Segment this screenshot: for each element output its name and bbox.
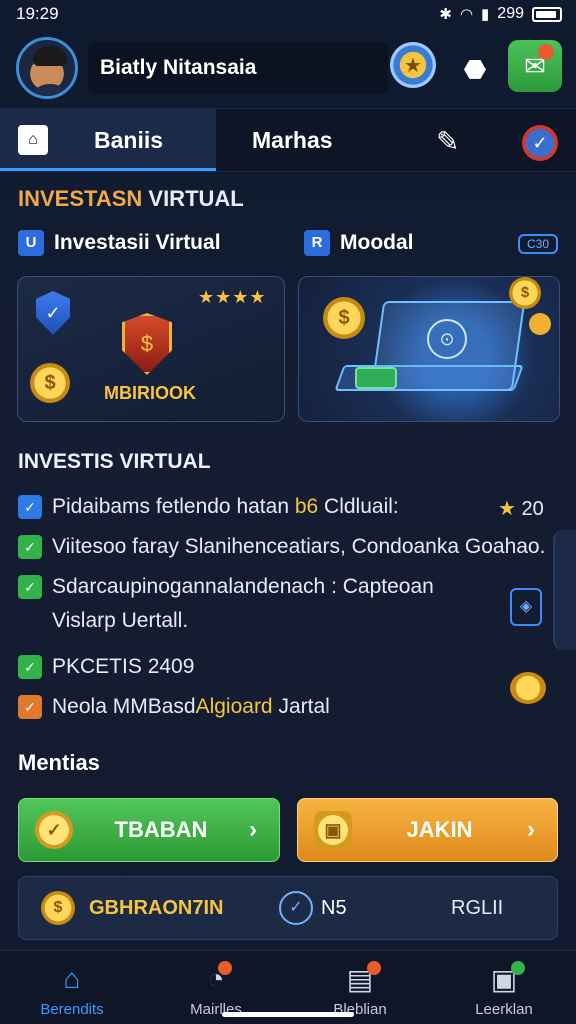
subheader-right-label: Moodal xyxy=(340,231,414,254)
profile-header: Biatly Nitansaia ★ ⬣ ✉ xyxy=(0,30,576,106)
clock-icon: ✓ xyxy=(279,891,313,925)
home-icon: ⌂ xyxy=(63,963,81,994)
avatar[interactable] xyxy=(16,37,78,99)
location-pin-icon[interactable]: ⬣ xyxy=(458,52,492,86)
chevron-right-icon: › xyxy=(249,816,257,843)
rating-value: 20 xyxy=(521,498,544,520)
home-tab-icon: ⌂ xyxy=(18,125,48,155)
lock-icon: ⊙ xyxy=(427,319,467,359)
shield-emblem-icon: $ xyxy=(122,313,172,375)
section-title-rest: VIRTUAL xyxy=(142,186,244,211)
notification-badge xyxy=(367,961,382,975)
star-icon: ★ xyxy=(498,498,516,520)
coin-icon xyxy=(510,672,546,704)
section-title-mentias: Mentias xyxy=(18,750,100,775)
top-tabs: ⌂ Baniis Marhas ✎ ✓ xyxy=(0,108,576,172)
feature-text: Viitesoo faray Slanihenceatiars, Condoan… xyxy=(52,535,546,558)
checkbox-icon: ✓ xyxy=(18,575,42,599)
tbaban-button[interactable]: ✓ TBABAN › xyxy=(18,798,280,862)
bluetooth-icon: ✱ xyxy=(439,6,452,23)
status-bar: 19:29 ✱ ◠ ▮ 299 xyxy=(0,0,576,28)
stat-right-label: RGLII xyxy=(451,896,504,919)
stat-count-label: N5 xyxy=(321,896,347,919)
wifi-icon: ◠ xyxy=(459,6,474,23)
tab-baniis[interactable]: ⌂ Baniis xyxy=(0,109,216,171)
battery-text: 299 xyxy=(497,5,524,22)
checkbox-icon: ✓ xyxy=(18,495,42,519)
section-title-investasn: INVESTASN VIRTUAL xyxy=(18,186,244,212)
shield-icon[interactable]: ◈ xyxy=(510,588,542,626)
feature-item: ✓ Neola MMBasdAlgioard Jartal xyxy=(18,690,330,724)
feature-item: ✓ Sdarcaupinogannalandenach : Capteoan V… xyxy=(18,570,488,638)
subheader-left-label: Investasii Virtual xyxy=(54,231,221,254)
nav-label: Berendits xyxy=(40,1001,104,1018)
coin-icon: $ xyxy=(509,277,541,309)
coin-icon: $ xyxy=(41,891,75,925)
feature-item: ✓ Viitesoo faray Slanihenceatiars, Condo… xyxy=(18,530,545,564)
stats-bar[interactable]: $ GBHRAON7IN ✓ N5 RGLII xyxy=(18,876,558,940)
coin-icon: $ xyxy=(323,297,365,339)
nav-item-leerklan[interactable]: ▣ Leerklan xyxy=(432,951,576,1024)
tab-label: Baniis xyxy=(94,127,164,153)
card-left-label: MBIRIOOK xyxy=(104,383,196,403)
shield-check-icon: ✓ xyxy=(36,291,70,335)
feature-text: PKCETIS 2409 xyxy=(52,655,195,678)
feature-item: ✓ Pidaibams fetlendo hatan b6 Cldluail: xyxy=(18,490,399,524)
checkbox-icon: ✓ xyxy=(18,655,42,679)
coin-icon xyxy=(529,313,551,335)
tab-marhas[interactable]: Marhas xyxy=(252,127,333,154)
chevron-right-icon: › xyxy=(527,816,535,843)
coin-icon: $ xyxy=(30,363,70,403)
cash-icon xyxy=(355,367,397,389)
profile-name[interactable]: Biatly Nitansaia xyxy=(88,42,388,94)
feature-text: Sdarcaupinogannalandenach : Capteoan Vis… xyxy=(52,575,434,632)
inbox-button[interactable]: ✉ xyxy=(508,40,562,92)
status-icons: ✱ ◠ ▮ 299 xyxy=(439,5,562,23)
investment-card-left[interactable]: ✓ ★★★★ $ $ MBIRIOOK xyxy=(17,276,285,422)
rating-stars: ★★★★ xyxy=(198,287,267,307)
nav-item-berendits[interactable]: ⌂ Berendits xyxy=(0,951,144,1024)
section-title-accent: INVESTASN xyxy=(18,186,143,211)
section-title-investis: INVESTIS VIRTUAL xyxy=(18,450,211,473)
subheader-moodal[interactable]: R Moodal xyxy=(304,230,414,256)
coin-icon: ✓ xyxy=(35,811,73,849)
feature-text: Pidaibams fetlendo hatan b6 Cldluail: xyxy=(52,495,399,518)
signal-icon: ▮ xyxy=(481,6,490,23)
home-indicator[interactable] xyxy=(222,1012,354,1017)
investment-card-right[interactable]: ⊙ $ $ xyxy=(298,276,560,422)
notification-badge xyxy=(511,961,526,975)
stat-balance-label: GBHRAON7IN xyxy=(89,896,224,919)
button-label: JAKIN xyxy=(406,817,473,842)
feature-text: Neola MMBasdAlgioard Jartal xyxy=(52,695,330,718)
notification-badge xyxy=(538,44,554,60)
notification-badge xyxy=(218,961,233,975)
checkbox-icon: ✓ xyxy=(18,535,42,559)
battery-icon xyxy=(532,6,562,22)
u-badge-icon: U xyxy=(18,230,44,256)
checkbox-icon: ✓ xyxy=(18,695,42,719)
chat-icon[interactable]: ✎ xyxy=(436,125,459,158)
jakin-button[interactable]: ▣ JAKIN › xyxy=(297,798,558,862)
stopwatch-icon: ◔ xyxy=(208,961,233,997)
feature-item: ✓ PKCETIS 2409 xyxy=(18,650,194,684)
medal-icon[interactable]: ★ xyxy=(390,42,436,88)
chip-badge[interactable]: C30 xyxy=(518,234,558,254)
rating-badge: ★ 20 xyxy=(498,496,544,521)
status-time: 19:29 xyxy=(16,4,59,23)
game-icon: ▤ xyxy=(347,961,382,997)
trophy-icon: ▣ xyxy=(491,961,526,997)
nav-label: Leerklan xyxy=(475,1001,533,1018)
r-badge-icon: R xyxy=(304,230,330,256)
wallet-icon: ▣ xyxy=(314,811,352,849)
globe-icon[interactable]: ✓ xyxy=(522,125,558,161)
subheader-investasi-virtual[interactable]: U Investasii Virtual xyxy=(18,230,221,256)
button-label: TBABAN xyxy=(114,817,208,842)
side-scroll-rail[interactable] xyxy=(553,530,576,650)
